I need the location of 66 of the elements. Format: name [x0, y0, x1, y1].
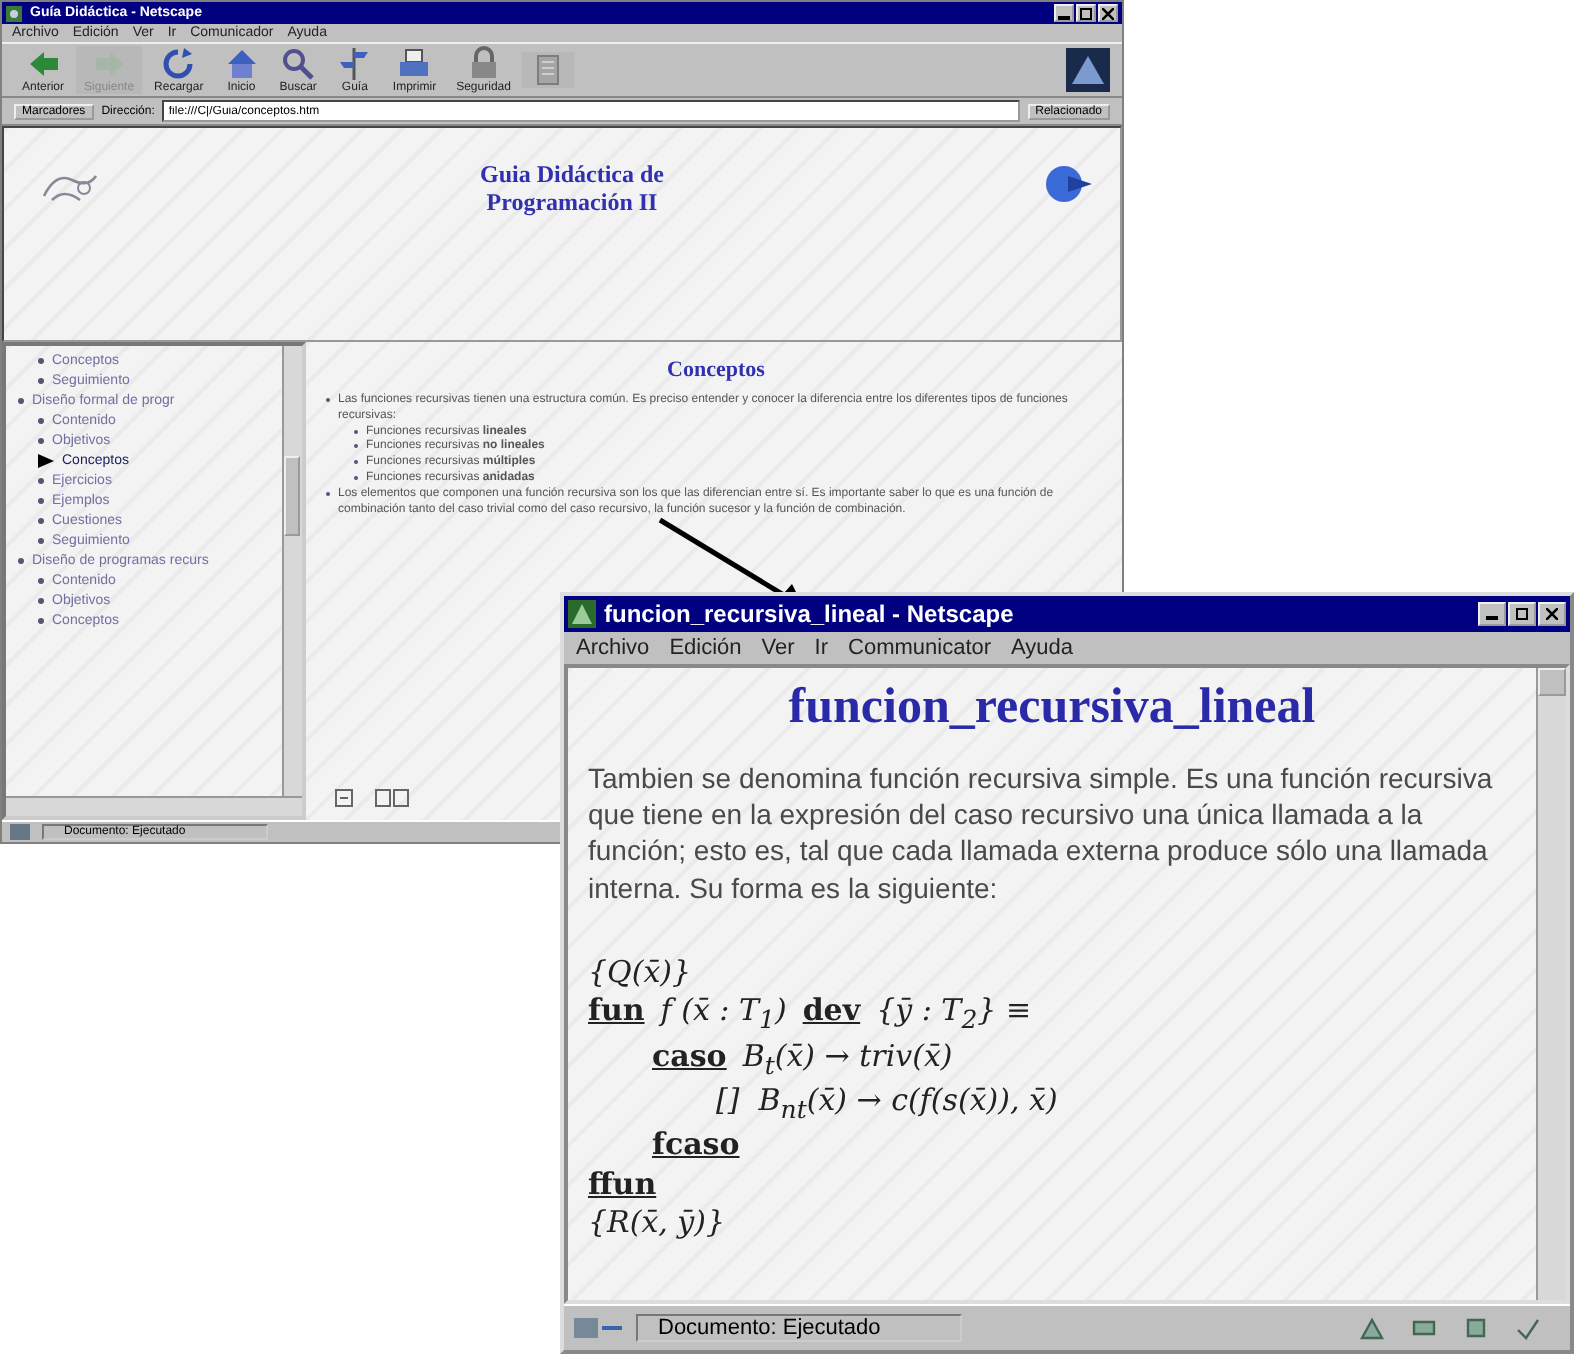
page-icon [334, 788, 354, 808]
minimize-button[interactable] [1478, 602, 1506, 626]
keyword: fcaso [652, 1126, 740, 1165]
pages-icon [374, 788, 410, 808]
page-title: Guia Didáctica de Programación II [478, 160, 666, 218]
square-icon [1462, 1314, 1490, 1342]
bullet-icon [38, 478, 44, 484]
maximize-button[interactable] [1076, 4, 1096, 22]
math-expression: f (x̄ : T$_{1}$) [660, 992, 787, 1037]
triangle-icon [1358, 1314, 1386, 1342]
math-expression: {R(x̄, ȳ)} [588, 1204, 726, 1243]
keyword: ffun [588, 1165, 657, 1204]
check-icon [1514, 1314, 1542, 1342]
house-icon [223, 46, 260, 82]
right-arrow-icon [91, 46, 128, 82]
search-icon [280, 46, 317, 82]
maximize-icon [1516, 608, 1528, 620]
section-heading: Conceptos [665, 358, 767, 382]
bullet-icon [38, 518, 44, 524]
menu-item[interactable]: Communicator [848, 636, 992, 660]
keyword: dev [802, 992, 861, 1033]
signpost-icon [336, 46, 373, 82]
maximize-icon [1080, 7, 1092, 19]
bullet-icon [38, 358, 44, 364]
close-button[interactable] [1538, 602, 1566, 626]
bullet-icon [38, 578, 44, 584]
circular-arrow-icon [160, 46, 197, 82]
bullet-icon [38, 378, 44, 384]
bullet-icon [18, 558, 24, 564]
math-expression: [] B$_{nt}$(x̄) → c(f(s(x̄)), x̄) [716, 1081, 1058, 1126]
status-text: Documento: Ejecutado [636, 1314, 963, 1342]
page-title: funcion_recursiva_lineal [786, 680, 1318, 736]
math-expression: {Q(x̄)} [588, 953, 692, 993]
printer-icon [396, 46, 433, 82]
menu-item[interactable]: Ayuda [1011, 636, 1074, 660]
menu-item[interactable]: Edición [669, 636, 742, 660]
menu-item[interactable]: Ver [761, 636, 795, 660]
vertical-scrollbar[interactable] [282, 346, 302, 796]
vertical-scrollbar[interactable] [1536, 668, 1566, 1300]
math-expression: {ȳ : T$_{2}$} ≡ [876, 992, 1032, 1037]
ball-arrow-icon [1044, 164, 1096, 204]
paragraph: Tambien se denomina función recursiva simple. Es una función recursiva que tiene en la expresión del caso recursivo una única llamada a la función; esto es, tal que cada llamada externa produce sólo una llamada interna. Su forma es la siguiente: [588, 760, 1495, 906]
bullet-icon [38, 538, 44, 544]
close-icon [1102, 7, 1114, 19]
maximize-button[interactable] [1508, 602, 1536, 626]
window-title: funcion_recursiva_lineal - Netscape [604, 600, 1014, 628]
bullet-icon [38, 498, 44, 504]
close-icon [1546, 608, 1558, 620]
keyword: fun [588, 992, 645, 1033]
pointer-icon [38, 454, 54, 468]
menu-item[interactable]: Archivo [576, 636, 650, 660]
bullet-icon [38, 438, 44, 444]
logo-icon [1066, 48, 1110, 92]
app-icon [6, 5, 22, 21]
bullet-icon [38, 598, 44, 604]
menu-item[interactable]: Ir [814, 636, 829, 660]
math-expression: B$_{t}$(x̄) → triv(x̄) [742, 1037, 953, 1082]
bullet-icon [38, 418, 44, 424]
bullet-icon [38, 618, 44, 624]
bullet-icon [18, 398, 24, 404]
horizontal-scrollbar[interactable] [6, 796, 302, 816]
app-icon [568, 600, 596, 628]
keyword: caso [652, 1037, 727, 1077]
left-arrow-icon [25, 46, 61, 82]
minimize-button[interactable] [1054, 4, 1074, 22]
close-button[interactable] [1098, 4, 1118, 22]
